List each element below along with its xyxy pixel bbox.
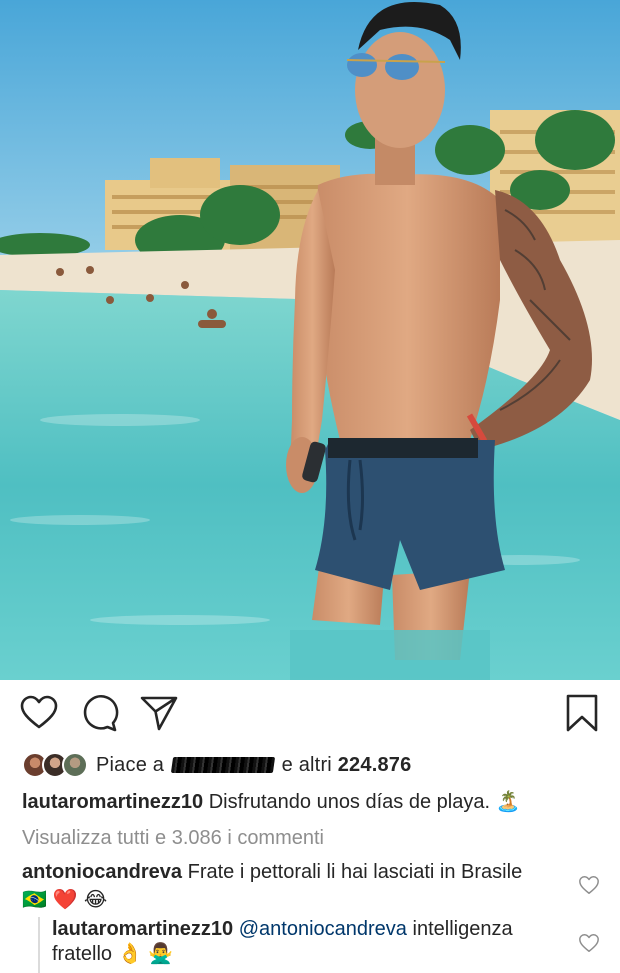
likes-suffix: e altri	[281, 753, 332, 776]
comment-username[interactable]: antoniocandreva	[22, 861, 182, 883]
comment: antoniocandreva Frate i pettorali li hai…	[22, 860, 562, 913]
like-button[interactable]	[19, 693, 59, 733]
avatar	[62, 752, 88, 778]
reply-body: lautaromartinezz10 @antoniocandreva inte…	[52, 917, 572, 967]
ok-hand-emoji: 👌	[117, 943, 143, 965]
redacted-username	[170, 756, 275, 773]
brazil-flag-emoji: 🇧🇷	[22, 888, 47, 911]
reply-mention[interactable]: @antoniocandreva	[239, 918, 407, 940]
view-all-comments-link[interactable]: Visualizza tutti e 3.086 i commenti	[22, 826, 324, 851]
comment-emojis: 🇧🇷 ❤️ 😂	[22, 887, 562, 913]
post-photo[interactable]	[0, 0, 620, 680]
comment-like-button[interactable]	[578, 874, 600, 896]
caption-text: Disfrutando unos días de playa.	[208, 791, 491, 813]
gesturing-no-emoji: 🙅‍♂️	[148, 943, 173, 965]
heart-icon	[579, 876, 599, 894]
post-caption: lautaromartinezz10 Disfrutando unos días…	[22, 790, 521, 815]
liker-avatars	[22, 751, 92, 779]
comment-icon	[83, 695, 119, 732]
likes-text: Piace a e altri 224.876	[96, 754, 411, 777]
reply-thread-line	[38, 917, 40, 973]
likes-summary[interactable]: Piace a e altri 224.876	[22, 750, 411, 780]
save-button[interactable]	[562, 693, 602, 733]
paper-plane-icon	[140, 696, 178, 731]
comment-button[interactable]	[79, 693, 119, 733]
bookmark-icon	[566, 694, 598, 732]
comment-reply: lautaromartinezz10 @antoniocandreva inte…	[22, 917, 582, 973]
likes-prefix: Piace a	[96, 753, 165, 776]
laughing-emoji: 😂	[83, 888, 108, 911]
heart-icon	[579, 934, 599, 952]
caption-username[interactable]: lautaromartinezz10	[22, 791, 203, 813]
post-actions-bar	[0, 693, 620, 737]
reply-username[interactable]: lautaromartinezz10	[52, 918, 233, 940]
island-emoji: 🏝️	[495, 791, 521, 813]
beach-photo-illustration	[0, 0, 620, 680]
reply-like-button[interactable]	[578, 932, 600, 954]
likes-count[interactable]: 224.876	[338, 754, 412, 776]
heart-emoji: ❤️	[52, 888, 78, 911]
share-button[interactable]	[139, 693, 179, 733]
comment-text: Frate i pettorali li hai lasciati in Bra…	[187, 861, 523, 883]
heart-icon	[20, 695, 58, 729]
